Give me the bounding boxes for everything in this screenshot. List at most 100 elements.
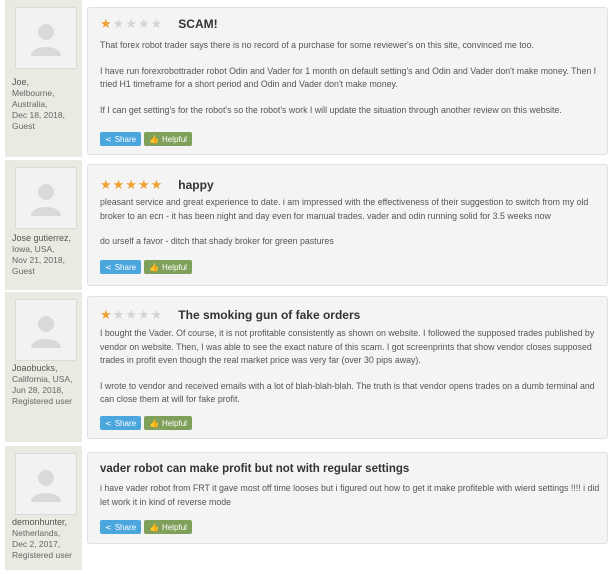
review-paragraph: do urself a favor - ditch that shady bro…	[100, 236, 334, 246]
review-paragraph: I bought the Vader. Of course, it is not…	[100, 328, 595, 365]
reviewer-info: demonhunter, Netherlands, Dec 2, 2017, R…	[12, 517, 84, 561]
star-icon: ★	[100, 307, 112, 323]
review-actions: < Share 👍 Helpful	[100, 416, 192, 430]
review-header: vader robot can make profit but not with…	[100, 461, 409, 477]
review-paragraph: That forex robot trader says there is no…	[100, 40, 534, 50]
reviewer-name: Jose gutierrez,	[12, 233, 72, 243]
helpful-label: Helpful	[162, 418, 187, 428]
share-button[interactable]: < Share	[100, 132, 142, 146]
user-avatar-icon	[31, 470, 61, 502]
reviewer-location: Iowa, USA,	[12, 244, 55, 254]
share-button[interactable]: < Share	[100, 416, 142, 430]
share-icon: <	[105, 262, 112, 272]
review-card: ★ ★ ★ ★ ★ happy pleasant service and gre…	[87, 164, 608, 286]
reviewer-info: Jose gutierrez, Iowa, USA, Nov 21, 2018,…	[12, 233, 84, 277]
helpful-button[interactable]: 👍 Helpful	[144, 520, 192, 534]
review-title: SCAM!	[178, 17, 218, 31]
review-body: I bought the Vader. Of course, it is not…	[100, 327, 600, 407]
review-body: pleasant service and great experience to…	[100, 196, 600, 249]
review-body: That forex robot trader says there is no…	[100, 39, 600, 117]
reviewer-panel: Jose gutierrez, Iowa, USA, Nov 21, 2018,…	[5, 160, 82, 290]
star-icon: ★	[100, 16, 112, 32]
star-icon: ★	[150, 16, 163, 32]
review-date: Dec 2, 2017,	[12, 539, 61, 549]
star-icon: ★	[125, 177, 137, 193]
reviewer-role: Registered user	[12, 396, 73, 406]
helpful-label: Helpful	[162, 522, 187, 532]
star-icon: ★	[112, 307, 125, 323]
review-actions: < Share 👍 Helpful	[100, 520, 192, 534]
user-avatar-icon	[31, 24, 61, 56]
share-button[interactable]: < Share	[100, 520, 142, 534]
review-card: ★ ★ ★ ★ ★ SCAM! That forex robot trader …	[87, 7, 608, 155]
review-card: vader robot can make profit but not with…	[87, 452, 608, 544]
avatar	[15, 299, 77, 361]
reviewer-panel: Joe, Melbourne, Australia, Dec 18, 2018,…	[5, 0, 82, 157]
review-paragraph: I wrote to vendor and received emails wi…	[100, 380, 595, 405]
star-icon: ★	[137, 16, 150, 32]
thumbs-up-icon: 👍	[149, 134, 160, 144]
review-date: Nov 21, 2018,	[12, 255, 65, 265]
review-date: Dec 18, 2018,	[12, 110, 65, 120]
star-icon: ★	[137, 307, 150, 323]
reviewer-location: Melbourne, Australia,	[12, 88, 55, 109]
share-icon: <	[105, 522, 112, 532]
share-label: Share	[114, 262, 137, 272]
review-title: happy	[178, 178, 214, 192]
share-icon: <	[105, 418, 112, 428]
avatar	[15, 167, 77, 229]
star-rating: ★ ★ ★ ★ ★	[100, 309, 162, 322]
review-body: i have vader robot from FRT it gave most…	[100, 482, 600, 509]
review-paragraph: pleasant service and great experience to…	[100, 197, 589, 221]
share-button[interactable]: < Share	[100, 260, 142, 274]
thumbs-up-icon: 👍	[149, 262, 160, 272]
helpful-label: Helpful	[162, 262, 187, 272]
reviewer-location: California, USA,	[12, 374, 73, 384]
review-paragraph: i have vader robot from FRT it gave most…	[100, 483, 600, 507]
reviewer-panel: demonhunter, Netherlands, Dec 2, 2017, R…	[5, 446, 82, 570]
review-actions: < Share 👍 Helpful	[100, 132, 192, 146]
star-icon: ★	[150, 307, 163, 323]
avatar	[15, 453, 77, 515]
review-title: The smoking gun of fake orders	[178, 308, 361, 322]
review-paragraph: If I can get setting's for the robot's s…	[100, 104, 562, 115]
review-header: ★ ★ ★ ★ ★ The smoking gun of fake orders	[100, 307, 360, 323]
review-title: vader robot can make profit but not with…	[100, 463, 410, 475]
helpful-label: Helpful	[162, 134, 187, 144]
review-date: Jun 28, 2018,	[12, 385, 64, 395]
star-icon: ★	[112, 16, 125, 32]
reviewer-role: Registered user	[12, 550, 73, 560]
user-avatar-icon	[31, 316, 61, 348]
review-paragraph: I have run forexrobottrader robot Odin a…	[100, 65, 597, 90]
star-icon: ★	[125, 307, 137, 323]
review-header: ★ ★ ★ ★ ★ SCAM!	[100, 16, 218, 32]
reviewer-name: Joe,	[12, 77, 30, 87]
reviewer-name: Joaobucks,	[12, 363, 58, 373]
review-header: ★ ★ ★ ★ ★ happy	[100, 177, 214, 193]
star-icon: ★	[150, 177, 163, 193]
share-label: Share	[114, 522, 137, 532]
avatar	[15, 7, 77, 69]
user-avatar-icon	[31, 184, 61, 216]
review-actions: < Share 👍 Helpful	[100, 260, 192, 274]
share-label: Share	[114, 418, 137, 428]
thumbs-up-icon: 👍	[149, 522, 160, 532]
reviewer-panel: Joaobucks, California, USA, Jun 28, 2018…	[5, 292, 82, 442]
helpful-button[interactable]: 👍 Helpful	[144, 132, 192, 146]
review-card: ★ ★ ★ ★ ★ The smoking gun of fake orders…	[87, 296, 608, 439]
star-rating: ★ ★ ★ ★ ★	[100, 18, 162, 31]
share-label: Share	[114, 134, 137, 144]
star-icon: ★	[125, 16, 137, 32]
helpful-button[interactable]: 👍 Helpful	[144, 260, 192, 274]
star-icon: ★	[100, 177, 112, 193]
reviewer-role: Guest	[12, 266, 35, 276]
reviewer-role: Guest	[12, 121, 35, 131]
helpful-button[interactable]: 👍 Helpful	[144, 416, 192, 430]
reviewer-location: Netherlands,	[12, 528, 61, 538]
reviewer-info: Joe, Melbourne, Australia, Dec 18, 2018,…	[12, 77, 84, 132]
share-icon: <	[105, 134, 112, 144]
reviewer-info: Joaobucks, California, USA, Jun 28, 2018…	[12, 363, 84, 407]
star-icon: ★	[112, 177, 125, 193]
thumbs-up-icon: 👍	[149, 418, 160, 428]
reviewer-name: demonhunter,	[12, 517, 68, 527]
